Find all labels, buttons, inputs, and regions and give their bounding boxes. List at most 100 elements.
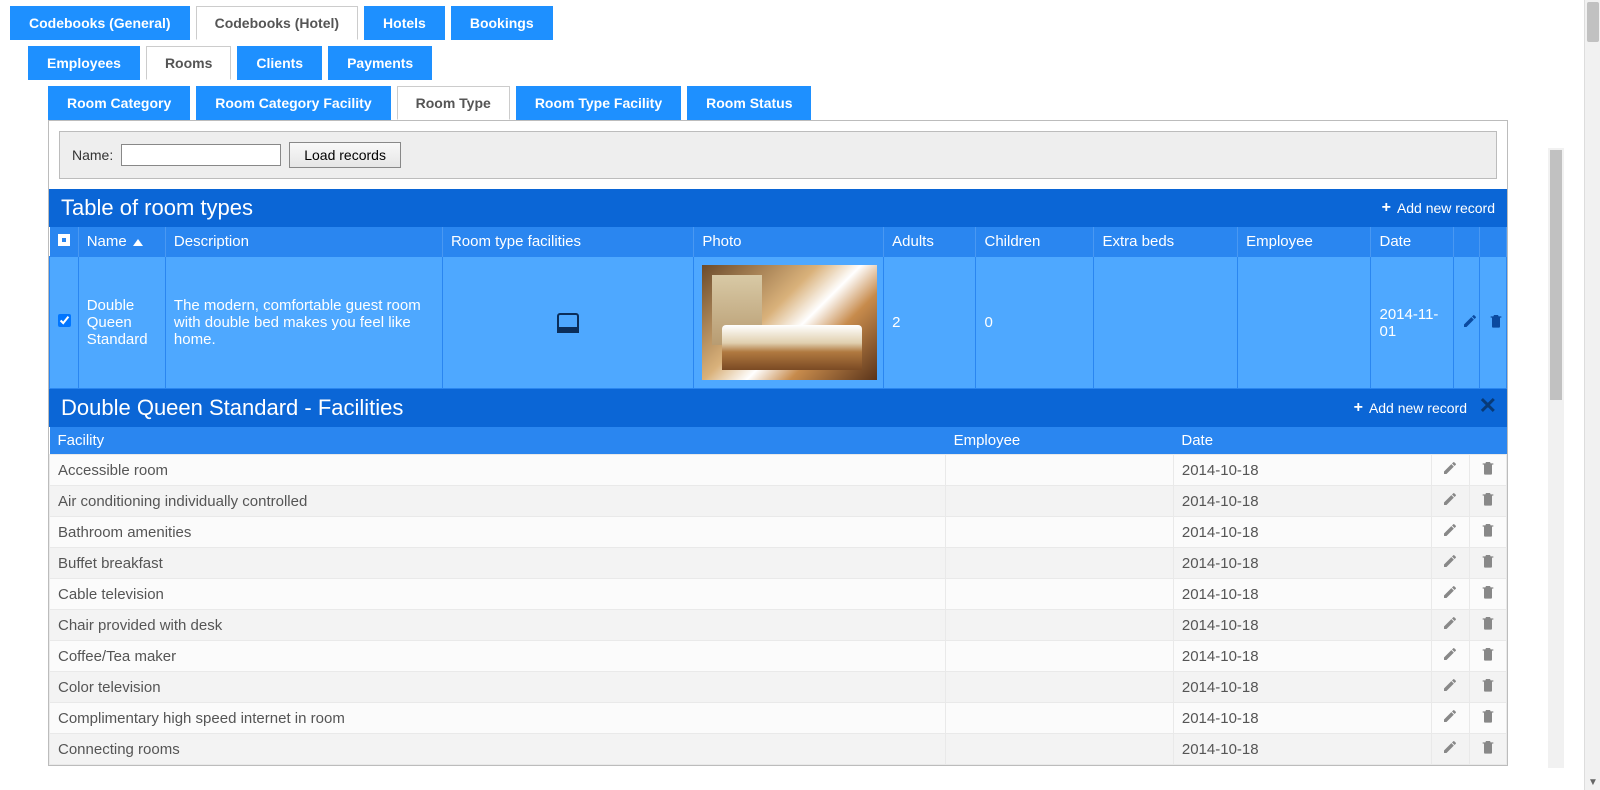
cell-employee: [946, 734, 1174, 765]
add-room-type-button[interactable]: + Add new record: [1382, 199, 1495, 217]
add-facility-button[interactable]: + Add new record: [1354, 399, 1467, 417]
cell-employee: [946, 486, 1174, 517]
cell-description: The modern, comfortable guest room with …: [165, 257, 442, 389]
cell-edit: [1432, 672, 1469, 703]
cell-employee: [946, 641, 1174, 672]
delete-icon[interactable]: [1478, 556, 1498, 573]
cell-employee: [946, 672, 1174, 703]
edit-icon[interactable]: [1440, 649, 1460, 666]
delete-icon[interactable]: [1488, 316, 1504, 333]
room-types-table: NameDescriptionRoom type facilitiesPhoto…: [49, 227, 1507, 389]
cell-edit: [1432, 548, 1469, 579]
tab-codebooks-hotel-[interactable]: Codebooks (Hotel): [196, 6, 358, 40]
edit-icon[interactable]: [1440, 525, 1460, 542]
edit-icon[interactable]: [1440, 680, 1460, 697]
cell-date: 2014-10-18: [1173, 579, 1431, 610]
col-employee[interactable]: Employee: [1238, 227, 1371, 257]
col-photo[interactable]: Photo: [694, 227, 884, 257]
select-all-checkbox[interactable]: [58, 234, 70, 246]
col-adults[interactable]: Adults: [884, 227, 976, 257]
col-date[interactable]: Date: [1371, 227, 1453, 257]
add-room-type-label: Add new record: [1397, 200, 1495, 216]
cell-delete: [1469, 455, 1506, 486]
cell-employee: [946, 703, 1174, 734]
delete-icon[interactable]: [1478, 463, 1498, 480]
col-children[interactable]: Children: [976, 227, 1094, 257]
cell-facility: Cable television: [50, 579, 946, 610]
facilities-table: FacilityEmployeeDate Accessible room2014…: [49, 427, 1507, 765]
delete-icon[interactable]: [1478, 525, 1498, 542]
tab-payments[interactable]: Payments: [328, 46, 432, 80]
plus-icon: +: [1354, 399, 1363, 417]
facility-row: Color television2014-10-18: [50, 672, 1507, 703]
cell-date: 2014-10-18: [1173, 641, 1431, 672]
tab-codebooks-general-[interactable]: Codebooks (General): [10, 6, 190, 40]
tab-rooms[interactable]: Rooms: [146, 46, 231, 80]
cell-facilities: [442, 257, 693, 389]
edit-icon[interactable]: [1440, 587, 1460, 604]
filter-name-input[interactable]: [121, 144, 281, 166]
tab-room-type-facility[interactable]: Room Type Facility: [516, 86, 681, 120]
delete-icon[interactable]: [1478, 494, 1498, 511]
cell-facility: Complimentary high speed internet in roo…: [50, 703, 946, 734]
facility-row: Chair provided with desk2014-10-18: [50, 610, 1507, 641]
cell-date: 2014-10-18: [1173, 672, 1431, 703]
col-name[interactable]: Name: [78, 227, 165, 257]
tab-room-status[interactable]: Room Status: [687, 86, 811, 120]
cell-facility: Chair provided with desk: [50, 610, 946, 641]
delete-icon[interactable]: [1478, 649, 1498, 666]
delete-icon[interactable]: [1478, 711, 1498, 728]
delete-icon[interactable]: [1478, 742, 1498, 759]
page-scrollbar[interactable]: ▲ ▼: [1584, 0, 1600, 790]
close-facilities-icon[interactable]: ✕: [1479, 393, 1497, 419]
cell-edit: [1432, 641, 1469, 672]
cell-date: 2014-10-18: [1173, 517, 1431, 548]
col-employee[interactable]: Employee: [946, 427, 1174, 455]
edit-icon[interactable]: [1462, 316, 1478, 333]
cell-edit: [1432, 486, 1469, 517]
row-checkbox[interactable]: [58, 314, 71, 327]
tab-room-category[interactable]: Room Category: [48, 86, 190, 120]
col-description[interactable]: Description: [165, 227, 442, 257]
tab-hotels[interactable]: Hotels: [364, 6, 445, 40]
facilities-title: Double Queen Standard - Facilities: [61, 395, 403, 421]
facility-row: Accessible room2014-10-18: [50, 455, 1507, 486]
cell-delete: [1469, 517, 1506, 548]
cell-edit: [1432, 455, 1469, 486]
tab-clients[interactable]: Clients: [237, 46, 322, 80]
col-extra-beds[interactable]: Extra beds: [1094, 227, 1238, 257]
cell-date: 2014-11-01: [1371, 257, 1453, 389]
edit-icon[interactable]: [1440, 494, 1460, 511]
room-type-row[interactable]: Double Queen StandardThe modern, comfort…: [50, 257, 1507, 389]
scroll-down-arrow[interactable]: ▼: [1585, 774, 1600, 790]
cell-delete: [1469, 486, 1506, 517]
cell-edit: [1453, 257, 1480, 389]
page-scrollbar-thumb[interactable]: [1587, 2, 1599, 42]
load-records-button[interactable]: Load records: [289, 142, 401, 168]
tab-bookings[interactable]: Bookings: [451, 6, 553, 40]
delete-icon[interactable]: [1478, 587, 1498, 604]
col-room-type-facilities[interactable]: Room type facilities: [442, 227, 693, 257]
tab-room-type[interactable]: Room Type: [397, 86, 510, 120]
edit-icon[interactable]: [1440, 711, 1460, 728]
tabs-level1: Codebooks (General)Codebooks (Hotel)Hote…: [0, 0, 1584, 40]
tab-employees[interactable]: Employees: [28, 46, 140, 80]
facility-row: Coffee/Tea maker2014-10-18: [50, 641, 1507, 672]
edit-icon[interactable]: [1440, 742, 1460, 759]
inner-scrollbar-thumb[interactable]: [1550, 150, 1562, 400]
edit-icon[interactable]: [1440, 618, 1460, 635]
delete-icon[interactable]: [1478, 618, 1498, 635]
cell-facility: Buffet breakfast: [50, 548, 946, 579]
cell-date: 2014-10-18: [1173, 703, 1431, 734]
col-date[interactable]: Date: [1173, 427, 1431, 455]
bed-icon: [557, 313, 579, 329]
col-facility[interactable]: Facility: [50, 427, 946, 455]
edit-icon[interactable]: [1440, 556, 1460, 573]
tab-room-category-facility[interactable]: Room Category Facility: [196, 86, 390, 120]
delete-icon[interactable]: [1478, 680, 1498, 697]
edit-icon[interactable]: [1440, 463, 1460, 480]
add-facility-label: Add new record: [1369, 400, 1467, 416]
cell-delete: [1469, 641, 1506, 672]
facility-row: Complimentary high speed internet in roo…: [50, 703, 1507, 734]
inner-scrollbar[interactable]: [1548, 148, 1564, 768]
